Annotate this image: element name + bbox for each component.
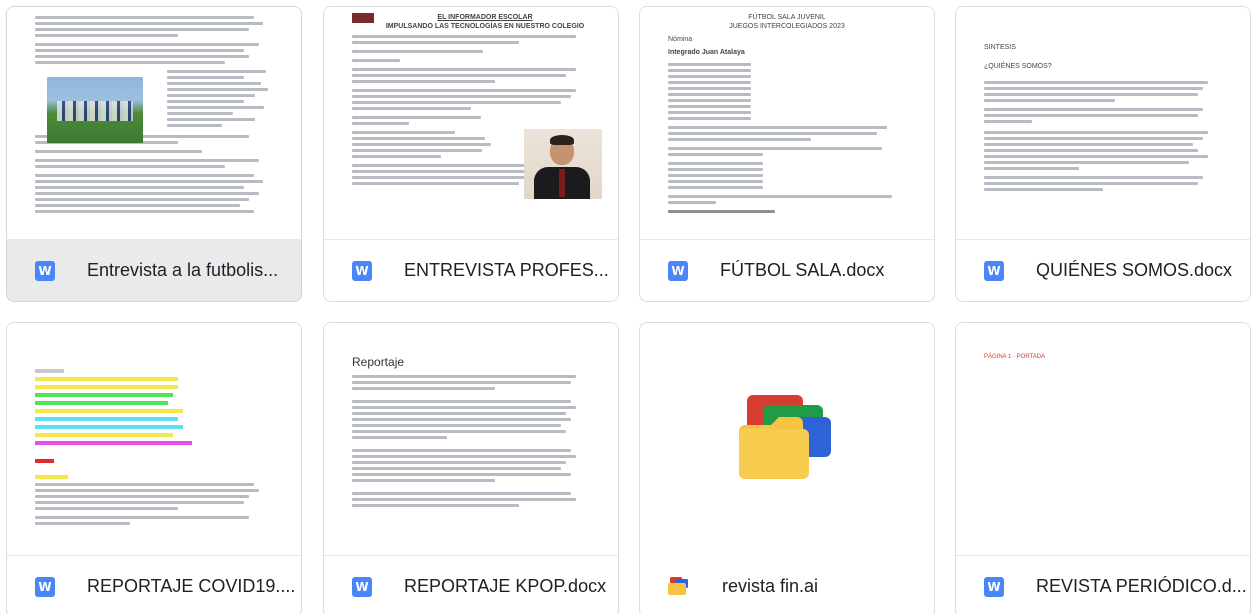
word-icon: W — [668, 260, 688, 281]
file-footer: W ENTREVISTA PROFES... — [324, 239, 618, 301]
team-photo — [47, 77, 143, 143]
preview-title: FÚTBOL SALA JUVENIL — [748, 14, 826, 21]
file-card-reportaje-kpop[interactable]: Reportaje W REPORTAJE KPOP.docx — [323, 322, 619, 614]
file-card-quienes-somos[interactable]: SINTESIS ¿QUIÉNES SOMOS? W QUIÉNES SOMOS… — [955, 6, 1251, 302]
preview-title: Reportaje — [352, 355, 405, 369]
preview-section: Nómina — [668, 36, 693, 43]
file-card-revista-fin[interactable]: revista fin.ai — [639, 322, 935, 614]
file-thumbnail: Reportaje — [324, 323, 618, 555]
file-footer: revista fin.ai — [640, 555, 934, 614]
file-footer: W REPORTAJE KPOP.docx — [324, 555, 618, 614]
file-thumbnail: PÁGINA 1 · PORTADA — [956, 323, 1250, 555]
colorful-folder-icon — [668, 577, 690, 595]
preview-heading-2: ¿QUIÉNES SOMOS? — [984, 63, 1052, 70]
file-name: revista fin.ai — [722, 575, 819, 596]
file-footer: W QUIÉNES SOMOS.docx — [956, 239, 1250, 301]
document-preview: SINTESIS ¿QUIÉNES SOMOS? — [968, 7, 1238, 239]
file-name: REPORTAJE KPOP.docx — [404, 576, 607, 596]
file-grid: W Entrevista a la futbolis... EL INFORMA… — [0, 0, 1251, 614]
file-footer: W REVISTA PERIÓDICO.d... — [956, 555, 1250, 614]
document-preview: PÁGINA 1 · PORTADA — [968, 323, 1238, 555]
colorful-folder-icon — [739, 395, 835, 479]
teacher-photo — [524, 129, 602, 199]
preview-subtitle: JUEGOS INTERCOLEGIADOS 2023 — [729, 23, 845, 30]
file-thumbnail: EL INFORMADOR ESCOLAR IMPULSANDO LAS TEC… — [324, 7, 618, 239]
preview-label: PÁGINA 1 · PORTADA — [984, 354, 1046, 360]
file-card-entrevista-futbolista[interactable]: W Entrevista a la futbolis... — [6, 6, 302, 302]
file-name: REVISTA PERIÓDICO.d... — [1036, 576, 1247, 596]
word-icon: W — [352, 260, 372, 281]
file-name: Entrevista a la futbolis... — [87, 260, 279, 280]
file-thumbnail: FÚTBOL SALA JUVENIL JUEGOS INTERCOLEGIAD… — [640, 7, 934, 239]
file-card-revista-periodico[interactable]: PÁGINA 1 · PORTADA W REVISTA PERIÓDICO.d… — [955, 322, 1251, 614]
word-icon: W — [35, 260, 55, 281]
preview-header-title: EL INFORMADOR ESCOLAR — [437, 14, 533, 21]
document-preview: Reportaje — [336, 323, 606, 555]
file-card-futbol-sala[interactable]: FÚTBOL SALA JUVENIL JUEGOS INTERCOLEGIAD… — [639, 6, 935, 302]
preview-team: Integrado Juan Atalaya — [668, 49, 745, 56]
file-name: FÚTBOL SALA.docx — [720, 260, 885, 280]
file-thumbnail — [640, 323, 934, 555]
preview-header-subtitle: IMPULSANDO LAS TECNOLOGÍAS EN NUESTRO CO… — [385, 23, 585, 30]
file-thumbnail — [7, 7, 301, 239]
file-footer: W FÚTBOL SALA.docx — [640, 239, 934, 301]
file-footer: W Entrevista a la futbolis... — [7, 239, 301, 301]
file-footer: W REPORTAJE COVID19.... — [7, 555, 301, 614]
file-card-reportaje-covid19[interactable]: W REPORTAJE COVID19.... — [6, 322, 302, 614]
file-name: QUIÉNES SOMOS.docx — [1036, 260, 1233, 280]
document-preview — [19, 323, 289, 555]
word-icon: W — [35, 576, 55, 597]
preview-heading-1: SINTESIS — [984, 44, 1016, 51]
file-card-entrevista-profesor[interactable]: EL INFORMADOR ESCOLAR IMPULSANDO LAS TEC… — [323, 6, 619, 302]
file-thumbnail — [7, 323, 301, 555]
word-icon: W — [984, 576, 1004, 597]
word-icon: W — [984, 260, 1004, 281]
word-icon: W — [352, 576, 372, 597]
document-preview: FÚTBOL SALA JUVENIL JUEGOS INTERCOLEGIAD… — [652, 7, 922, 239]
document-preview: EL INFORMADOR ESCOLAR IMPULSANDO LAS TEC… — [336, 7, 606, 239]
file-thumbnail: SINTESIS ¿QUIÉNES SOMOS? — [956, 7, 1250, 239]
file-name: ENTREVISTA PROFES... — [404, 260, 609, 280]
file-name: REPORTAJE COVID19.... — [87, 576, 296, 596]
